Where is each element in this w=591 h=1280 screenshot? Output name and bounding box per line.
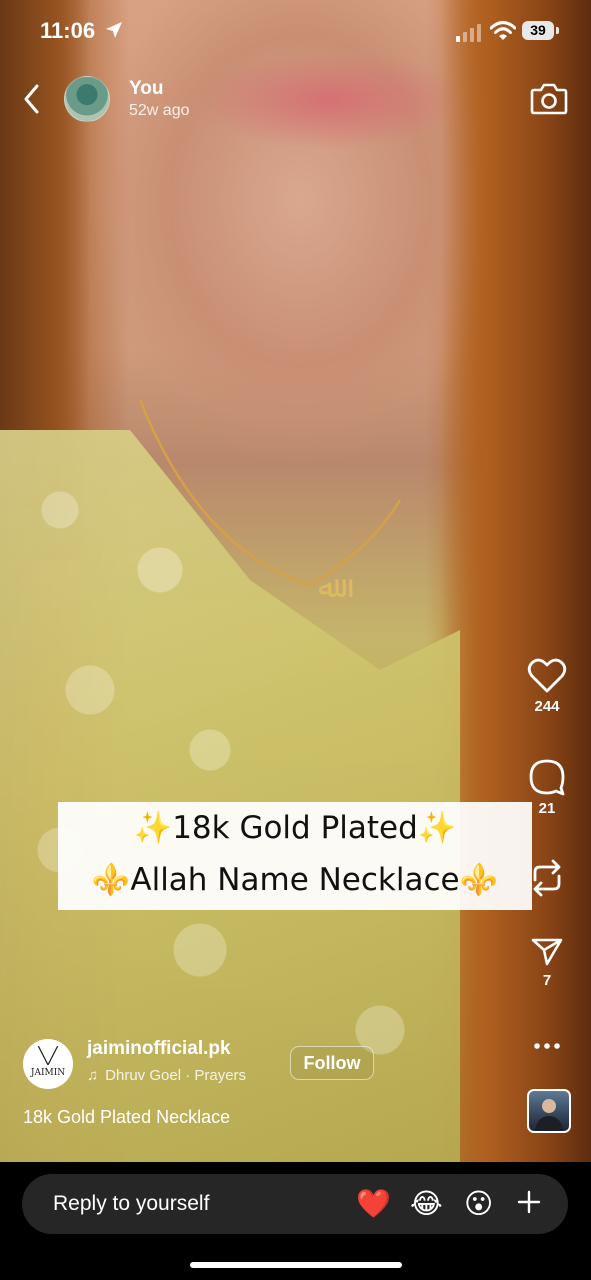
caption-sticker: ✨18k Gold Plated✨ ⚜️Allah Name Necklace⚜… — [58, 802, 532, 910]
like-action[interactable]: 244 — [522, 658, 572, 715]
comment-count: 21 — [538, 800, 556, 817]
music-track: Dhruv Goel · Prayers — [105, 1067, 247, 1084]
quick-reaction-wow[interactable]: 😮 — [464, 1187, 493, 1221]
plus-icon[interactable] — [516, 1189, 542, 1215]
clock: 11:06 — [40, 18, 96, 43]
back-chevron-icon[interactable] — [20, 82, 44, 116]
follow-button[interactable]: Follow — [290, 1046, 374, 1080]
avatar[interactable] — [64, 76, 110, 122]
music-note-icon: ♫ — [87, 1067, 99, 1084]
caption-line-2: ⚜️Allah Name Necklace⚜️ — [91, 862, 499, 898]
account-avatar[interactable]: ╲╱ JAIMIN — [23, 1039, 73, 1089]
quick-reaction-heart[interactable]: ❤️ — [356, 1187, 391, 1221]
share-count: 7 — [542, 972, 552, 989]
reply-input[interactable]: Reply to yourself — [53, 1192, 209, 1216]
more-dots-icon[interactable] — [532, 1036, 562, 1056]
audio-cover-person-icon — [535, 1099, 563, 1131]
remix-action[interactable] — [522, 858, 572, 898]
location-arrow-icon — [106, 22, 122, 38]
brand-logo-text: JAIMIN — [30, 1068, 66, 1078]
share-action[interactable]: 7 — [522, 934, 572, 989]
necklace-pendant: ﷲ — [318, 570, 336, 605]
audio-thumbnail[interactable] — [527, 1089, 571, 1133]
music-attribution[interactable]: ♫ Dhruv Goel · Prayers — [87, 1067, 246, 1084]
story-timestamp: 52w ago — [129, 102, 190, 119]
post-description[interactable]: 18k Gold Plated Necklace — [23, 1107, 230, 1128]
like-count: 244 — [534, 698, 560, 715]
caption-line-1: ✨18k Gold Plated✨ — [133, 810, 457, 846]
quick-reaction-laugh[interactable]: 😂 — [410, 1187, 443, 1221]
story-photo[interactable]: ﷲ — [0, 0, 591, 1162]
status-bar: 11:06 39 — [0, 0, 591, 64]
story-username[interactable]: You — [129, 78, 163, 100]
heart-icon[interactable] — [527, 658, 567, 694]
home-indicator — [190, 1262, 402, 1268]
battery-nub — [556, 27, 559, 34]
send-icon[interactable] — [530, 934, 564, 968]
more-options[interactable] — [522, 1036, 572, 1056]
wifi-icon — [490, 21, 516, 40]
comment-action[interactable]: 21 — [522, 758, 572, 817]
battery-indicator: 39 — [522, 21, 554, 40]
comment-icon[interactable] — [528, 758, 566, 796]
camera-icon[interactable] — [530, 80, 568, 116]
account-name[interactable]: jaiminofficial.pk — [87, 1038, 231, 1060]
repost-icon[interactable] — [529, 858, 565, 898]
cellular-signal-icon — [456, 24, 481, 42]
necklace-chain — [140, 400, 402, 587]
